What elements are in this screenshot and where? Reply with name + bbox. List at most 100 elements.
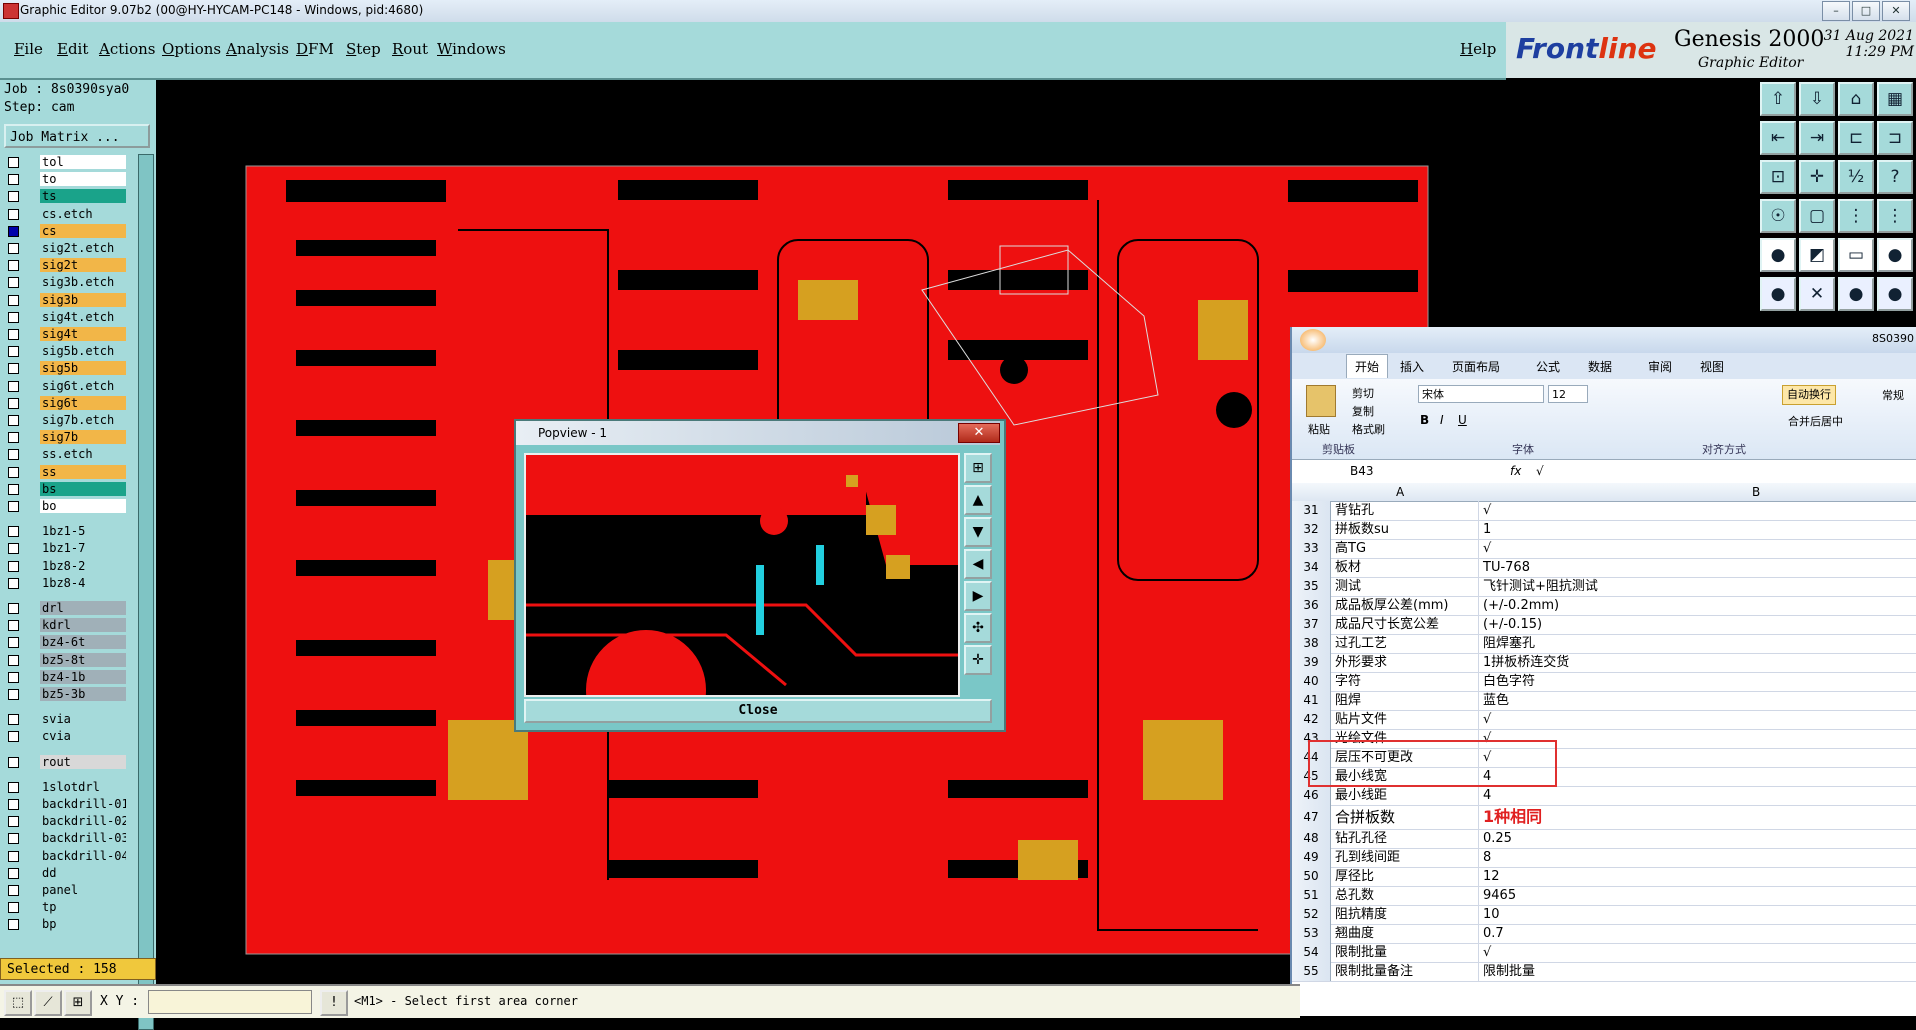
layer-checkbox[interactable] xyxy=(8,603,19,614)
paste-button[interactable]: 粘贴 xyxy=(1308,421,1330,437)
minimize-button[interactable]: – xyxy=(1822,1,1850,21)
layer-row[interactable]: dd xyxy=(4,865,126,881)
layer-checkbox[interactable] xyxy=(8,483,19,495)
cut-button[interactable]: 剪切 xyxy=(1352,385,1374,401)
row-number[interactable]: 38 xyxy=(1292,634,1331,653)
layer-checkbox[interactable] xyxy=(8,714,19,726)
layer-name[interactable]: backdrill-04 xyxy=(40,848,126,863)
layer-row[interactable]: sig7b.etch xyxy=(4,413,126,428)
layer-row[interactable]: sig6t.etch xyxy=(4,378,126,394)
flip-right-icon[interactable]: ⊐ xyxy=(1877,121,1913,155)
row-number[interactable]: 47 xyxy=(1292,805,1331,829)
layer-checkbox[interactable] xyxy=(8,756,19,768)
cell-a[interactable]: 翘曲度 xyxy=(1332,924,1475,943)
layer-row[interactable]: backdrill-02 xyxy=(4,814,126,829)
layer-checkbox[interactable] xyxy=(8,867,19,879)
row-number[interactable]: 34 xyxy=(1292,558,1331,577)
layer-checkbox[interactable] xyxy=(8,833,19,845)
snap-icon[interactable]: ☉ xyxy=(1760,199,1796,233)
layer-name[interactable]: sig7b xyxy=(40,430,126,445)
cell-a[interactable]: 孔到线间距 xyxy=(1332,848,1475,867)
layer-checkbox[interactable] xyxy=(8,799,19,810)
row-number[interactable]: 54 xyxy=(1292,943,1331,962)
paste-icon[interactable] xyxy=(1306,385,1336,417)
menu-dfm[interactable]: DFM xyxy=(296,40,334,58)
row-number[interactable]: 39 xyxy=(1292,653,1331,672)
move-up-icon[interactable]: ⇧ xyxy=(1760,82,1796,116)
layer-name[interactable]: drl xyxy=(40,601,126,615)
layer-name[interactable]: sig3b xyxy=(40,292,126,307)
layer-checkbox[interactable] xyxy=(8,243,19,254)
layer-checkbox[interactable] xyxy=(8,157,19,168)
layer-row[interactable]: sig6t xyxy=(4,395,126,411)
layer-row[interactable]: tp xyxy=(4,900,126,915)
pv-zoom-icon[interactable]: ⊞ xyxy=(964,453,992,483)
layer-row[interactable]: sig3b xyxy=(4,292,126,308)
node-a-icon[interactable]: ● xyxy=(1760,277,1796,311)
pv-up-icon[interactable]: ▲ xyxy=(964,485,992,515)
row-number[interactable]: 31 xyxy=(1292,501,1331,520)
layer-checkbox[interactable] xyxy=(8,637,19,649)
layer-name[interactable]: bs xyxy=(40,481,126,496)
layer-row[interactable]: bz4-6t xyxy=(4,635,126,650)
layer-checkbox[interactable] xyxy=(8,689,19,700)
pv-left-icon[interactable]: ◀ xyxy=(964,549,992,579)
layer-row[interactable]: svia xyxy=(4,712,126,727)
cell-a[interactable]: 高TG xyxy=(1332,539,1475,558)
layer-name[interactable]: bz5-8t xyxy=(40,652,126,667)
layer-checkbox[interactable] xyxy=(8,329,19,340)
underline-button[interactable]: U xyxy=(1458,413,1467,427)
cell-b[interactable]: (+/-0.15) xyxy=(1478,615,1913,634)
cell-b[interactable]: 0.7 xyxy=(1478,924,1913,943)
row-number[interactable]: 55 xyxy=(1292,962,1331,981)
layer-name[interactable]: svia xyxy=(40,712,126,727)
layer-checkbox[interactable] xyxy=(8,620,19,632)
layer-checkbox[interactable] xyxy=(8,902,19,914)
layer-name[interactable]: dd xyxy=(40,865,126,880)
cell-b[interactable]: 1种相同 xyxy=(1478,805,1913,829)
layer-row[interactable]: 1bz8-2 xyxy=(4,558,126,574)
popview-close-button[interactable]: Close xyxy=(524,699,992,723)
layer-row[interactable]: sig5b xyxy=(4,361,126,376)
cell-a[interactable]: 总孔数 xyxy=(1332,886,1475,905)
layer-checkbox[interactable] xyxy=(8,850,19,862)
menu-analysis[interactable]: Analysis xyxy=(226,40,289,58)
layer-checkbox[interactable] xyxy=(8,885,19,896)
zoom-fit-icon[interactable]: ⊡ xyxy=(1760,160,1796,194)
formula-input[interactable]: √ xyxy=(1536,464,1544,478)
menu-actions[interactable]: Actions xyxy=(99,40,155,58)
layer-checkbox[interactable] xyxy=(8,466,19,478)
layer-row[interactable]: 1slotdrl xyxy=(4,779,126,795)
cell-b[interactable]: 蓝色 xyxy=(1478,691,1913,710)
cell-b[interactable]: 飞针测试+阻抗测试 xyxy=(1478,577,1913,596)
cell-b[interactable]: 8 xyxy=(1478,848,1913,867)
layer-row[interactable]: 1bz8-4 xyxy=(4,575,126,591)
layer-row[interactable]: ts xyxy=(4,189,126,204)
row-number[interactable]: 40 xyxy=(1292,672,1331,691)
cell-a[interactable]: 厚径比 xyxy=(1332,867,1475,886)
cell-a[interactable]: 外形要求 xyxy=(1332,653,1475,672)
layer-name[interactable]: sig5b xyxy=(40,361,126,376)
office-button-icon[interactable] xyxy=(1300,329,1326,351)
layer-checkbox[interactable] xyxy=(8,781,19,793)
layer-name[interactable]: sig7b.etch xyxy=(40,413,126,427)
ribbon-tab[interactable]: 开始 xyxy=(1346,354,1389,378)
layer-row[interactable]: sig4t.etch xyxy=(4,309,126,325)
layer-row[interactable]: panel xyxy=(4,883,126,898)
row-number[interactable]: 37 xyxy=(1292,615,1331,634)
layer-name[interactable]: bo xyxy=(40,499,126,513)
cell-b[interactable]: 限制批量 xyxy=(1478,962,1913,981)
merge-center-button[interactable]: 合并后居中 xyxy=(1788,413,1843,429)
cell-a[interactable]: 合拼板数 xyxy=(1332,805,1475,829)
menu-step[interactable]: Step xyxy=(346,40,381,58)
cell-b[interactable]: TU-768 xyxy=(1478,558,1913,577)
layer-checkbox[interactable] xyxy=(8,380,19,392)
layer-checkbox[interactable] xyxy=(8,208,19,220)
cell-b[interactable]: 12 xyxy=(1478,867,1913,886)
row-number[interactable]: 32 xyxy=(1292,520,1331,539)
layer-row[interactable]: kdrl xyxy=(4,618,126,633)
move-down-icon[interactable]: ⇩ xyxy=(1799,82,1835,116)
job-matrix-button[interactable]: Job Matrix ... xyxy=(4,124,150,148)
wrap-text-button[interactable]: 自动换行 xyxy=(1782,385,1836,405)
layer-row[interactable]: backdrill-01 xyxy=(4,797,126,812)
